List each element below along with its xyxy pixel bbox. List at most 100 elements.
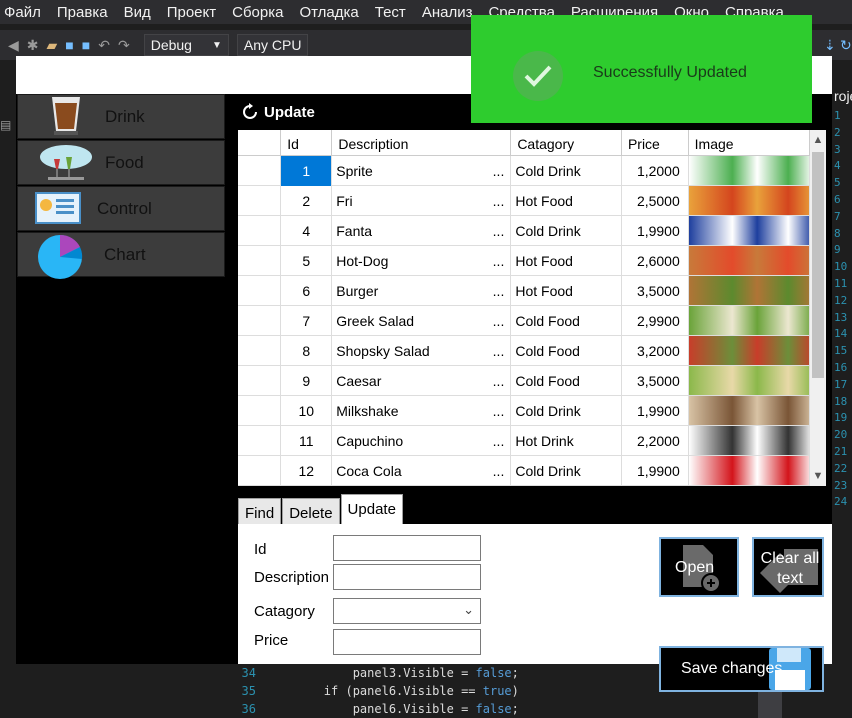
tab-find[interactable]: Find	[238, 498, 282, 524]
scroll-down-icon[interactable]: ▼	[812, 470, 824, 482]
cell-description[interactable]: Milkshake...	[332, 396, 512, 426]
ellipsis-button[interactable]: ...	[493, 253, 505, 269]
clear-all-button[interactable]: Clear all text	[752, 537, 824, 597]
cell-price[interactable]: 2,5000	[622, 186, 689, 216]
cell-price[interactable]: 2,2000	[622, 426, 689, 456]
cell-id[interactable]: 6	[281, 276, 333, 306]
cell-price[interactable]: 2,9900	[622, 306, 689, 336]
menu-item[interactable]: Тест	[371, 4, 418, 21]
nav-item-drink[interactable]: Drink	[17, 94, 225, 139]
cell-description[interactable]: Burger...	[332, 276, 512, 306]
ellipsis-button[interactable]: ...	[493, 343, 505, 359]
table-row[interactable]: 1 Sprite... Cold Drink 1,2000	[238, 156, 810, 186]
ellipsis-button[interactable]: ...	[493, 433, 505, 449]
grid-scrollbar[interactable]: ▲ ▼	[810, 130, 826, 486]
nav-item-food[interactable]: Food	[17, 140, 225, 185]
tab-delete[interactable]: Delete	[282, 498, 340, 524]
cell-price[interactable]: 1,9900	[622, 216, 689, 246]
row-header[interactable]	[238, 276, 282, 306]
cell-id[interactable]: 4	[281, 216, 333, 246]
cell-image[interactable]	[688, 306, 810, 336]
cell-category[interactable]: Cold Drink	[511, 396, 622, 426]
cell-image[interactable]	[688, 396, 810, 426]
table-row[interactable]: 11 Capuchino... Hot Drink 2,2000	[238, 426, 810, 456]
ellipsis-button[interactable]: ...	[493, 463, 505, 479]
ellipsis-button[interactable]: ...	[493, 373, 505, 389]
table-row[interactable]: 8 Shopsky Salad... Cold Food 3,2000	[238, 336, 810, 366]
cell-id[interactable]: 2	[281, 186, 333, 216]
undo-icon[interactable]: ↶	[98, 37, 110, 54]
table-row[interactable]: 12 Coca Cola... Cold Drink 1,9900	[238, 456, 810, 486]
price-field[interactable]	[333, 629, 481, 655]
save-changes-button[interactable]: Save changes	[659, 646, 824, 692]
column-header-catagory[interactable]: Catagory	[511, 130, 622, 156]
ellipsis-button[interactable]: ...	[493, 283, 505, 299]
table-row[interactable]: 6 Burger... Hot Food 3,5000	[238, 276, 810, 306]
redo-icon[interactable]: ↷	[118, 37, 130, 54]
column-header-description[interactable]: Description	[332, 130, 512, 156]
cell-category[interactable]: Cold Food	[511, 306, 622, 336]
cell-description[interactable]: Shopsky Salad...	[332, 336, 512, 366]
cell-category[interactable]: Hot Food	[511, 186, 622, 216]
cell-price[interactable]: 3,2000	[622, 336, 689, 366]
nav-back-icon[interactable]: ◀	[8, 37, 19, 54]
cell-image[interactable]	[688, 366, 810, 396]
cell-category[interactable]: Cold Drink	[511, 456, 622, 486]
cell-price[interactable]: 3,5000	[622, 366, 689, 396]
cell-id[interactable]: 5	[281, 246, 333, 276]
cell-id[interactable]: 7	[281, 306, 333, 336]
ellipsis-button[interactable]: ...	[493, 163, 505, 179]
table-row[interactable]: 2 Fri... Hot Food 2,5000	[238, 186, 810, 216]
cell-category[interactable]: Hot Food	[511, 246, 622, 276]
cell-price[interactable]: 1,9900	[622, 396, 689, 426]
row-header[interactable]	[238, 396, 282, 426]
cell-price[interactable]: 1,9900	[622, 456, 689, 486]
cell-id[interactable]: 8	[281, 336, 333, 366]
table-row[interactable]: 4 Fanta... Cold Drink 1,9900	[238, 216, 810, 246]
download-icon[interactable]: ⇣	[824, 37, 836, 54]
cell-image[interactable]	[688, 276, 810, 306]
cell-id[interactable]: 10	[281, 396, 333, 426]
cell-image[interactable]	[688, 246, 810, 276]
cell-description[interactable]: Caesar...	[332, 366, 512, 396]
column-header-id[interactable]: Id	[281, 130, 333, 156]
id-field[interactable]	[333, 535, 481, 561]
menu-item[interactable]: Правка	[53, 4, 120, 21]
cell-category[interactable]: Cold Drink	[511, 156, 622, 186]
row-header[interactable]	[238, 336, 282, 366]
row-header[interactable]	[238, 216, 282, 246]
solution-explorer-icon[interactable]: ▤	[0, 118, 11, 132]
nav-item-control[interactable]: Control	[17, 186, 225, 231]
ellipsis-button[interactable]: ...	[493, 403, 505, 419]
ellipsis-button[interactable]: ...	[493, 193, 505, 209]
cell-id[interactable]: 12	[281, 456, 333, 486]
ellipsis-button[interactable]: ...	[493, 223, 505, 239]
scroll-up-icon[interactable]: ▲	[812, 134, 824, 146]
cell-category[interactable]: Cold Food	[511, 336, 622, 366]
cell-image[interactable]	[688, 426, 810, 456]
cell-price[interactable]: 2,6000	[622, 246, 689, 276]
new-project-icon[interactable]: ✱	[27, 37, 39, 54]
data-grid[interactable]: Id Description Catagory Price Image 1 Sprite…	[238, 130, 826, 486]
refresh-icon[interactable]: ↻	[840, 37, 852, 54]
row-header[interactable]	[238, 426, 282, 456]
menu-item[interactable]: Вид	[120, 4, 163, 21]
column-header-price[interactable]: Price	[622, 130, 689, 156]
platform-select[interactable]: Any CPU	[236, 34, 309, 56]
cell-description[interactable]: Fanta...	[332, 216, 512, 246]
cell-description[interactable]: Capuchino...	[332, 426, 512, 456]
row-header[interactable]	[238, 456, 282, 486]
cell-image[interactable]	[688, 156, 810, 186]
open-folder-icon[interactable]: ▰	[47, 37, 58, 54]
cell-category[interactable]: Hot Drink	[511, 426, 622, 456]
row-header[interactable]	[238, 306, 282, 336]
cell-id[interactable]: 9	[281, 366, 333, 396]
cell-description[interactable]: Hot-Dog...	[332, 246, 512, 276]
cell-image[interactable]	[688, 186, 810, 216]
menu-item[interactable]: Сборка	[228, 4, 295, 21]
cell-description[interactable]: Greek Salad...	[332, 306, 512, 336]
menu-item[interactable]: Отладка	[295, 4, 370, 21]
save-icon[interactable]: ■	[65, 37, 73, 53]
row-header[interactable]	[238, 156, 282, 186]
table-row[interactable]: 10 Milkshake... Cold Drink 1,9900	[238, 396, 810, 426]
